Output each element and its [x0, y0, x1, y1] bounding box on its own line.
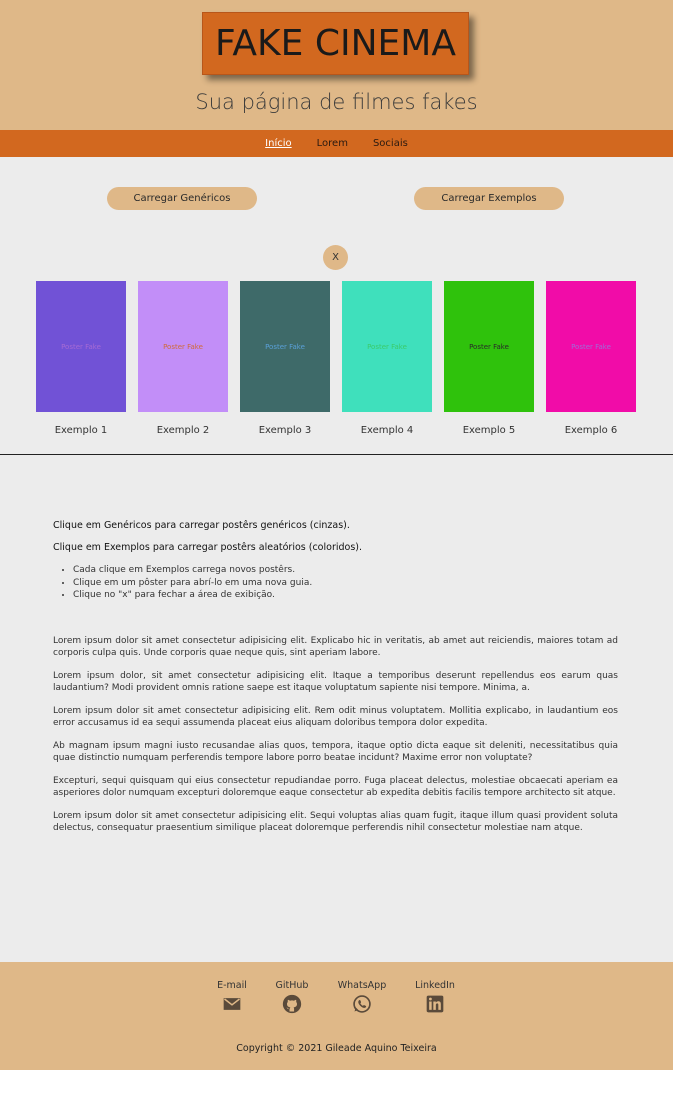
poster-card[interactable]: Poster Fake Exemplo 4: [342, 281, 432, 436]
copyright: Copyright © 2021 Gileade Aquino Teixeira: [236, 1043, 437, 1054]
instructions: Clique em Genéricos para carregar postêr…: [53, 520, 618, 602]
lorem-paragraph: Lorem ipsum dolor sit amet consectetur a…: [53, 706, 618, 728]
lorem-paragraph: Ab magnam ipsum magni iusto recusandae a…: [53, 741, 618, 763]
linkedin-icon[interactable]: [425, 994, 445, 1014]
poster-placeholder-text: Poster Fake: [571, 342, 611, 351]
github-icon[interactable]: [282, 994, 302, 1014]
poster-card[interactable]: Poster Fake Exemplo 3: [240, 281, 330, 436]
nav-item-inicio[interactable]: Início: [265, 138, 291, 149]
lorem-section: Lorem ipsum dolor sit amet consectetur a…: [53, 635, 618, 845]
poster-caption: Exemplo 6: [564, 425, 618, 436]
poster-placeholder-text: Poster Fake: [367, 342, 407, 351]
social-whatsapp[interactable]: WhatsApp: [332, 980, 392, 1014]
logo: FAKE CINEMA: [202, 12, 469, 75]
poster-image[interactable]: Poster Fake: [444, 281, 534, 412]
section-divider: [0, 454, 673, 455]
poster-image[interactable]: Poster Fake: [36, 281, 126, 412]
poster-caption: Exemplo 2: [156, 425, 210, 436]
poster-card[interactable]: Poster Fake Exemplo 1: [36, 281, 126, 436]
poster-caption: Exemplo 3: [258, 425, 312, 436]
controls-row: Carregar Genéricos Carregar Exemplos: [0, 157, 673, 247]
poster-placeholder-text: Poster Fake: [469, 342, 509, 351]
social-github[interactable]: GitHub: [262, 980, 322, 1014]
social-label[interactable]: LinkedIn: [405, 980, 465, 991]
poster-image[interactable]: Poster Fake: [240, 281, 330, 412]
lorem-paragraph: Lorem ipsum dolor sit amet consectetur a…: [53, 811, 618, 833]
site-header: FAKE CINEMA Sua página de filmes fakes: [0, 0, 673, 130]
social-label[interactable]: E-mail: [202, 980, 262, 991]
poster-placeholder-text: Poster Fake: [265, 342, 305, 351]
instruction-list: Cada clique em Exemplos carrega novos po…: [73, 564, 618, 602]
nav-item-sociais[interactable]: Sociais: [373, 138, 408, 149]
whatsapp-icon[interactable]: [352, 994, 372, 1014]
poster-gallery: Poster Fake Exemplo 1 Poster Fake Exempl…: [36, 281, 636, 441]
page: FAKE CINEMA Sua página de filmes fakes I…: [0, 0, 673, 1070]
social-label[interactable]: WhatsApp: [332, 980, 392, 991]
poster-placeholder-text: Poster Fake: [61, 342, 101, 351]
social-label[interactable]: GitHub: [262, 980, 322, 991]
page-subtitle: Sua página de filmes fakes: [195, 90, 478, 114]
site-footer: E-mail GitHub WhatsApp LinkedIn Copyrigh…: [0, 962, 673, 1070]
instruction-examples: Clique em Exemplos para carregar postêrs…: [53, 542, 363, 553]
social-linkedin[interactable]: LinkedIn: [405, 980, 465, 1014]
poster-placeholder-text: Poster Fake: [163, 342, 203, 351]
poster-caption: Exemplo 4: [360, 425, 414, 436]
lorem-paragraph: Lorem ipsum dolor, sit amet consectetur …: [53, 671, 618, 693]
poster-card[interactable]: Poster Fake Exemplo 6: [546, 281, 636, 436]
poster-caption: Exemplo 5: [462, 425, 516, 436]
poster-image[interactable]: Poster Fake: [342, 281, 432, 412]
list-item: Clique em um pôster para abrí-lo em uma …: [73, 577, 618, 590]
list-item: Cada clique em Exemplos carrega novos po…: [73, 564, 618, 577]
email-icon[interactable]: [222, 994, 242, 1014]
social-email[interactable]: E-mail: [202, 980, 262, 1014]
main-nav: Início Lorem Sociais: [0, 130, 673, 157]
load-examples-button[interactable]: Carregar Exemplos: [414, 187, 564, 210]
list-item: Clique no "x" para fechar a área de exib…: [73, 589, 618, 602]
poster-card[interactable]: Poster Fake Exemplo 2: [138, 281, 228, 436]
poster-card[interactable]: Poster Fake Exemplo 5: [444, 281, 534, 436]
poster-image[interactable]: Poster Fake: [546, 281, 636, 412]
lorem-paragraph: Lorem ipsum dolor sit amet consectetur a…: [53, 636, 618, 658]
instruction-generic: Clique em Genéricos para carregar postêr…: [53, 520, 350, 531]
logo-text: FAKE CINEMA: [215, 23, 456, 64]
lorem-paragraph: Excepturi, sequi quisquam qui eius conse…: [53, 776, 618, 798]
nav-item-lorem[interactable]: Lorem: [317, 138, 348, 149]
load-generic-button[interactable]: Carregar Genéricos: [107, 187, 257, 210]
poster-image[interactable]: Poster Fake: [138, 281, 228, 412]
poster-caption: Exemplo 1: [54, 425, 108, 436]
close-button[interactable]: X: [323, 245, 348, 270]
